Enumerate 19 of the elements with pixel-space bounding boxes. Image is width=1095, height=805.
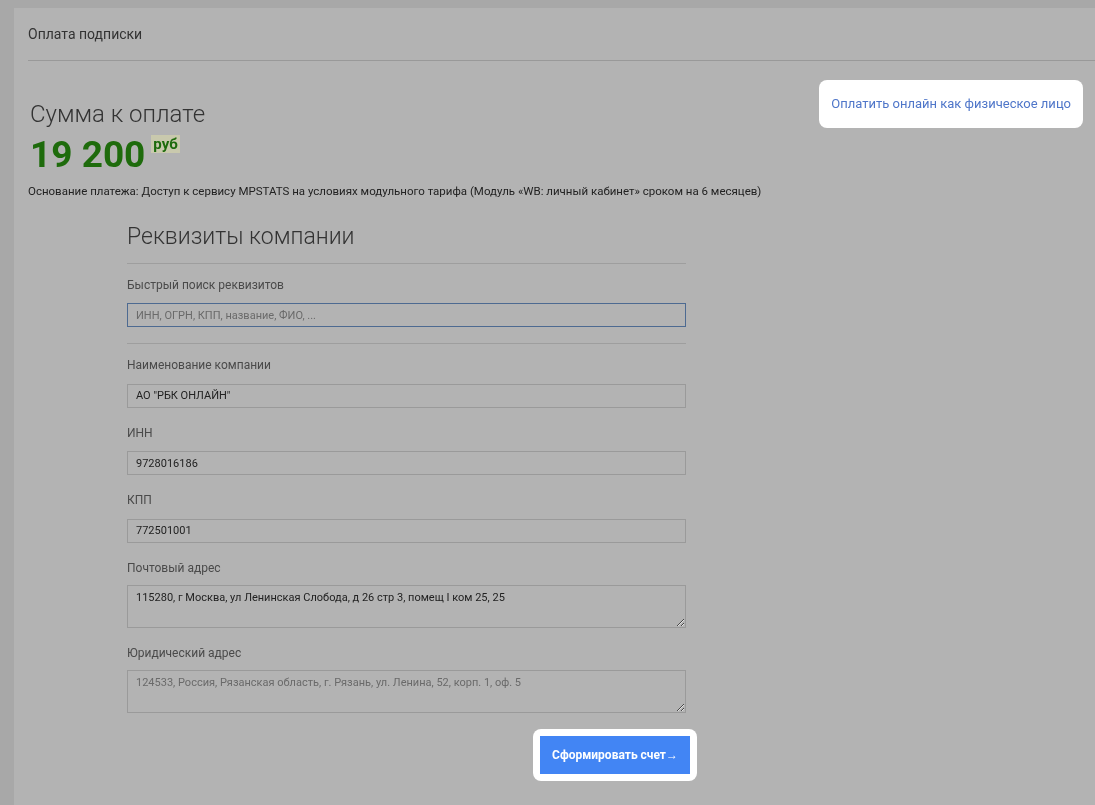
form-title: Реквизиты компании	[127, 220, 686, 264]
amount-heading: Сумма к оплате	[30, 99, 207, 129]
input-field[interactable]: 772501001	[127, 518, 686, 543]
input-field[interactable]: АО "РБК ОНЛАЙН"	[127, 383, 686, 408]
create-invoice-button[interactable]: Сформировать счет→	[540, 735, 690, 774]
field-label: ИНН	[127, 424, 154, 442]
input-field[interactable]: 9728016186	[127, 451, 686, 476]
search-field[interactable]: ИНН, ОГРН, КПП, название, ФИО, ...	[127, 303, 686, 328]
field-label: Почтовый адрес	[127, 559, 222, 577]
page-title: Оплата подписки	[28, 24, 143, 44]
textarea-field[interactable]: 115280, г Москва, ул Ленинская Слобода, д 26 стр 3, помещ I ком 25, 25	[127, 584, 686, 628]
currency-label: руб	[151, 135, 180, 153]
textarea-field[interactable]: 124533, Россия, Рязанская область, г. Рязань, ул. Ленина, 52, корп. 1, оф. 5	[127, 669, 686, 713]
field-label: Быстрый поиск реквизитов	[127, 276, 285, 294]
field-label: КПП	[127, 492, 153, 510]
field-label: Юридический адрес	[127, 644, 243, 662]
field-label: Наименование компании	[127, 357, 272, 375]
payment-basis: Основание платежа: Доступ к сервису MPSTATS на условиях модульного тарифа (Модуль «WB: личный кабинет» сроком на 6 месяцев)	[28, 183, 762, 200]
amount-value: 19 200	[30, 133, 146, 177]
